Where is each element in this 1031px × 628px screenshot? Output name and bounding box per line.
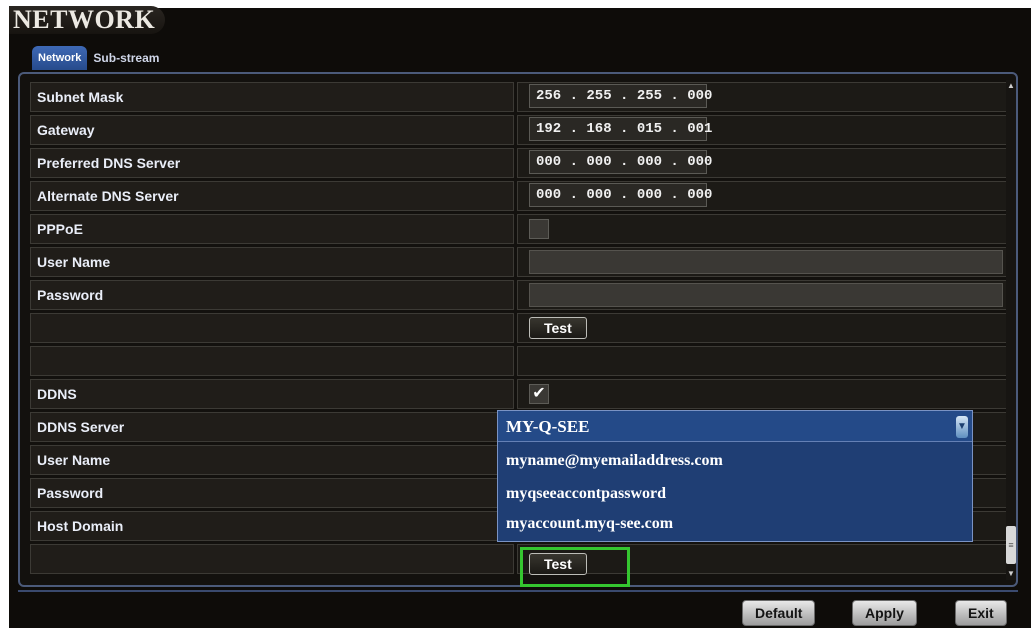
ddns-server-select[interactable]: MY-Q-SEE ▼: [498, 411, 972, 442]
pppoe-user-input[interactable]: [529, 250, 1003, 274]
gateway-input[interactable]: 192 . 168 . 015 . 001: [529, 117, 712, 141]
tab-bar: Network Sub-stream: [32, 46, 165, 70]
ddns-cell: [517, 379, 1007, 409]
window-title: NETWORK: [9, 6, 166, 34]
pppoe-test-cell: [517, 313, 1007, 343]
alternate-dns-input[interactable]: 000 . 000 . 000 . 000: [529, 183, 712, 207]
pppoe-cell: [517, 214, 1007, 244]
ddns-label: DDNS: [30, 379, 514, 409]
dropdown-arrow-icon[interactable]: ▼: [956, 416, 968, 438]
scrollbar[interactable]: ▲ ≡ ▼: [1006, 80, 1016, 580]
test-button-highlight: [520, 547, 630, 587]
ddns-user-label: User Name: [30, 445, 514, 475]
scroll-up-icon[interactable]: ▲: [1006, 80, 1016, 92]
scroll-thumb[interactable]: ≡: [1006, 526, 1016, 564]
subnet-mask-input[interactable]: 256 . 255 . 255 . 000: [529, 84, 712, 108]
preferred-dns-label: Preferred DNS Server: [30, 148, 514, 178]
host-domain-input[interactable]: myaccount.myq-see.com: [506, 509, 673, 539]
alternate-dns-label: Alternate DNS Server: [30, 181, 514, 211]
gateway-label: Gateway: [30, 115, 514, 145]
preferred-dns-input[interactable]: 000 . 000 . 000 . 000: [529, 150, 712, 174]
empty-value-cell: [517, 346, 1007, 376]
ddns-user-input[interactable]: myname@myemailaddress.com: [506, 446, 723, 476]
row-pppoe-password: Password: [30, 278, 1007, 311]
row-gateway: Gateway 192 . 168 . 015 . 001: [30, 113, 1007, 146]
row-subnet-mask: Subnet Mask 256 . 255 . 255 . 000: [30, 80, 1007, 113]
row-pppoe: PPPoE: [30, 212, 1007, 245]
exit-button[interactable]: Exit: [955, 600, 1007, 626]
row-preferred-dns: Preferred DNS Server 000 . 000 . 000 . 0…: [30, 146, 1007, 179]
pppoe-password-input[interactable]: [529, 283, 1003, 307]
row-ddns-test: [30, 542, 1007, 575]
scroll-down-icon[interactable]: ▼: [1006, 568, 1016, 580]
empty-label-cell: [30, 313, 514, 343]
left-bezel: [0, 0, 9, 628]
ddns-checkbox[interactable]: ✔: [529, 384, 549, 404]
row-pppoe-test: Test: [30, 311, 1007, 344]
empty-label-cell: [30, 346, 514, 376]
row-spacer: [30, 344, 1007, 377]
pppoe-checkbox[interactable]: [529, 219, 549, 239]
ddns-server-value: MY-Q-SEE: [506, 417, 590, 436]
row-ddns: DDNS ✔: [30, 377, 1007, 410]
host-domain-label: Host Domain: [30, 511, 514, 541]
ddns-fields-group: MY-Q-SEE ▼ myname@myemailaddress.com myq…: [497, 410, 973, 542]
row-alternate-dns: Alternate DNS Server 000 . 000 . 000 . 0…: [30, 179, 1007, 212]
row-pppoe-user: User Name: [30, 245, 1007, 278]
ddns-password-input[interactable]: myqseeaccontpassword: [506, 479, 666, 509]
pppoe-user-label: User Name: [30, 247, 514, 277]
tab-network[interactable]: Network: [32, 46, 88, 70]
pppoe-label: PPPoE: [30, 214, 514, 244]
default-button[interactable]: Default: [742, 600, 816, 626]
empty-label-cell: [30, 544, 514, 574]
pppoe-password-label: Password: [30, 280, 514, 310]
footer-divider: [18, 590, 1018, 592]
ddns-server-label: DDNS Server: [30, 412, 514, 442]
pppoe-test-button[interactable]: Test: [529, 317, 587, 339]
apply-button[interactable]: Apply: [852, 600, 917, 626]
tab-sub-stream[interactable]: Sub-stream: [87, 46, 165, 70]
subnet-mask-label: Subnet Mask: [30, 82, 514, 112]
ddns-password-label: Password: [30, 478, 514, 508]
